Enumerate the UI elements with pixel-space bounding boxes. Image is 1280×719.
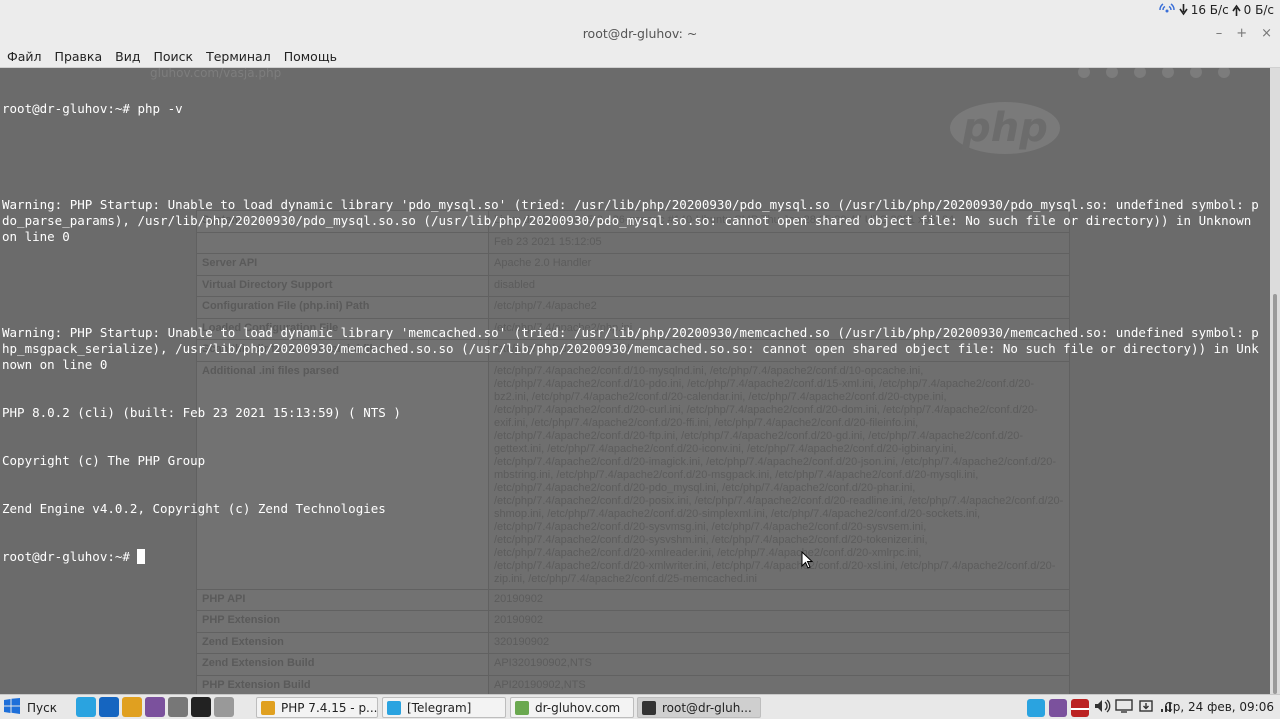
menu-help[interactable]: Помощь xyxy=(284,49,343,64)
folder-icon xyxy=(515,700,529,715)
terminal-line: ​ xyxy=(2,149,1266,165)
task-label: [Telegram] xyxy=(407,700,472,715)
phpinfo-key: PHP Extension xyxy=(196,610,489,633)
network-icon xyxy=(1158,3,1176,17)
phpinfo-row: PHP Extension Build API20190902,NTS xyxy=(196,674,1070,694)
minimize-button[interactable]: – xyxy=(1216,22,1223,46)
update-icon[interactable] xyxy=(1137,698,1155,717)
system-tray xyxy=(1027,698,1175,717)
terminal-icon[interactable] xyxy=(191,697,211,717)
phpinfo-value: 320190902 xyxy=(488,631,1070,654)
text-cursor xyxy=(137,549,146,564)
phpinfo-value: API20190902,NTS xyxy=(488,674,1070,694)
viber-tray-icon[interactable] xyxy=(1049,698,1067,717)
phpinfo-key: Zend Extension xyxy=(196,631,489,654)
task-label: dr-gluhov.com xyxy=(535,700,621,715)
mouse-pointer-icon xyxy=(801,550,814,573)
terminal-line: Warning: PHP Startup: Unable to load dyn… xyxy=(2,325,1259,372)
display-icon[interactable] xyxy=(1115,698,1133,717)
phpinfo-value: 20190902 xyxy=(488,610,1070,633)
terminal-output[interactable]: root@dr-gluhov:~# php -v ​ Warning: PHP … xyxy=(2,69,1266,597)
task-terminal[interactable]: root@dr-gluh... xyxy=(637,697,761,718)
task-label: PHP 7.4.15 - p... xyxy=(281,700,378,715)
start-button[interactable]: Пуск xyxy=(4,698,57,717)
phpinfo-row: Zend Extension 320190902 xyxy=(196,631,1070,654)
chrome-icon[interactable] xyxy=(122,697,142,717)
chrome-icon xyxy=(261,700,275,715)
maximize-button[interactable]: + xyxy=(1236,22,1247,46)
phpinfo-key: Zend Extension Build xyxy=(196,653,489,676)
drive-icon[interactable] xyxy=(214,697,234,717)
menu-file[interactable]: Файл xyxy=(7,49,48,64)
phpinfo-key: PHP Extension Build xyxy=(196,674,489,694)
windows-logo-icon xyxy=(4,698,20,717)
task-chrome[interactable]: PHP 7.4.15 - p... xyxy=(256,697,378,718)
terminal-icon xyxy=(642,700,656,715)
terminal-prompt-line[interactable]: root@dr-gluhov:~# xyxy=(2,549,1266,565)
telegram-icon xyxy=(387,700,401,715)
menu-terminal[interactable]: Терминал xyxy=(206,49,277,64)
terminal-line: ​ xyxy=(2,277,1266,293)
taskbar: Пуск PHP 7.4.15 - p... [Telegram] dr-glu… xyxy=(0,694,1280,719)
menu-bar: Файл Правка Вид Поиск Терминал Помощь xyxy=(0,46,1280,68)
teamviewer-icon[interactable] xyxy=(99,697,119,717)
volume-icon[interactable] xyxy=(1093,698,1111,717)
quick-launch xyxy=(76,697,234,717)
download-speed: 16 Б/с xyxy=(1190,3,1229,17)
phpinfo-row: Zend Extension Build API320190902,NTS xyxy=(196,653,1070,676)
menu-view[interactable]: Вид xyxy=(115,49,146,64)
terminal-window: root@dr-gluhov: ~ – + × Файл Правка Вид … xyxy=(0,22,1280,694)
camera-icon[interactable] xyxy=(168,697,188,717)
terminal-line: PHP 8.0.2 (cli) (built: Feb 23 2021 15:1… xyxy=(2,405,401,420)
network-tray[interactable]: 16 Б/с 0 Б/с xyxy=(1158,3,1274,17)
terminal-viewport[interactable]: gluhov.com/vasja.php php System Linux dr-… xyxy=(0,68,1280,694)
terminal-line: Warning: PHP Startup: Unable to load dyn… xyxy=(2,197,1259,244)
upload-speed: 0 Б/с xyxy=(1243,3,1274,17)
terminal-prompt: root@dr-gluhov:~# xyxy=(2,549,138,564)
task-file-manager[interactable]: dr-gluhov.com xyxy=(510,697,634,718)
window-title: root@dr-gluhov: ~ xyxy=(582,26,698,41)
menu-search[interactable]: Поиск xyxy=(153,49,199,64)
clock[interactable]: Ср, 24 фев, 09:06 xyxy=(1164,700,1274,714)
scrollbar-thumb[interactable] xyxy=(1273,294,1277,694)
terminal-line: root@dr-gluhov:~# php -v xyxy=(2,101,183,116)
task-telegram[interactable]: [Telegram] xyxy=(382,697,506,718)
start-label: Пуск xyxy=(27,700,57,715)
phpinfo-row: PHP Extension 20190902 xyxy=(196,610,1070,633)
system-top-bar: 16 Б/с 0 Б/с xyxy=(0,0,1280,22)
task-label: root@dr-gluh... xyxy=(662,700,752,715)
close-button[interactable]: × xyxy=(1261,22,1272,46)
menu-edit[interactable]: Правка xyxy=(55,49,109,64)
terminal-line: Copyright (c) The PHP Group xyxy=(2,453,206,468)
viber-icon[interactable] xyxy=(145,697,165,717)
down-arrow-icon xyxy=(1179,4,1188,16)
us-flag-icon[interactable] xyxy=(1071,698,1089,717)
telegram-icon[interactable] xyxy=(76,697,96,717)
up-arrow-icon xyxy=(1232,4,1241,16)
phpinfo-value: API320190902,NTS xyxy=(488,653,1070,676)
terminal-scrollbar[interactable] xyxy=(1270,68,1280,694)
window-titlebar[interactable]: root@dr-gluhov: ~ – + × xyxy=(0,22,1280,46)
terminal-line: Zend Engine v4.0.2, Copyright (c) Zend T… xyxy=(2,501,386,516)
telegram-tray-icon[interactable] xyxy=(1027,698,1045,717)
